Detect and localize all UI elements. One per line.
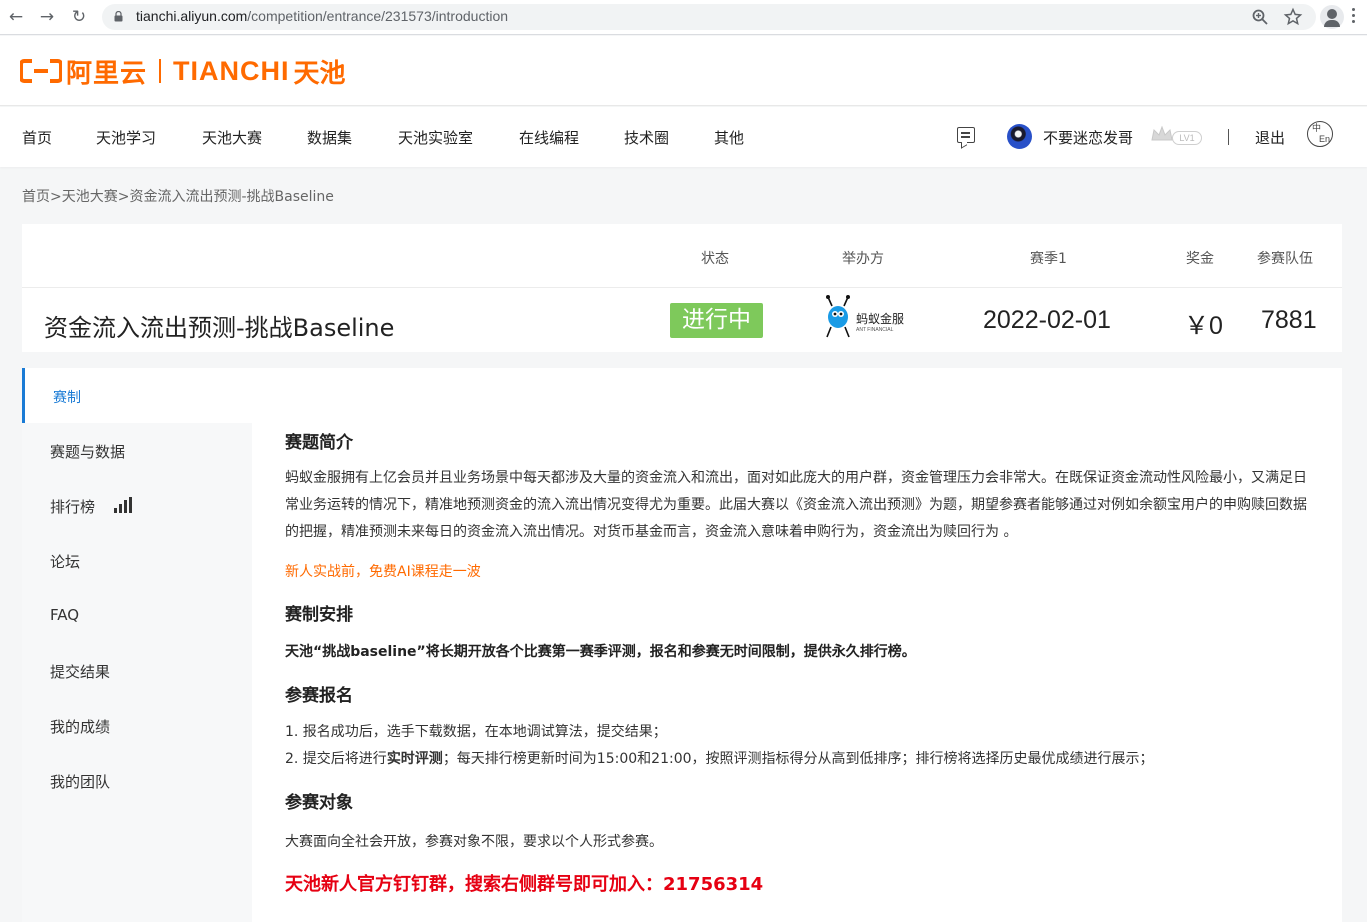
season-date: 2022-02-01 xyxy=(983,306,1111,334)
level-badge: LV1 xyxy=(1172,131,1202,145)
brand-cn2: 天池 xyxy=(293,58,346,89)
zoom-icon[interactable] xyxy=(1250,7,1270,27)
star-icon[interactable] xyxy=(1283,7,1303,27)
dingtalk-text: 天池新人官方钉钉群，搜索右侧群号即可加入：21756314 xyxy=(285,874,764,895)
prize-value: ￥0 xyxy=(1184,312,1223,340)
sidebar-item-data[interactable]: 赛题与数据 xyxy=(50,441,125,462)
url-path: /competition/entrance/231573/introductio… xyxy=(247,8,509,24)
signup-step-1: 1. 报名成功后，选手下载数据，在本地调试算法，提交结果； xyxy=(285,724,667,740)
breadcrumb[interactable]: 首页>天池大赛>资金流入流出预测-挑战Baseline xyxy=(22,186,334,206)
address-bar[interactable]: tianchi.aliyun.com/competition/entrance/… xyxy=(102,4,1316,30)
competition-title: 资金流入流出预测-挑战Baseline xyxy=(44,314,395,342)
sidebar-item-leaderboard[interactable]: 排行榜 xyxy=(50,496,95,517)
label-status: 状态 xyxy=(701,251,729,267)
teams-count: 7881 xyxy=(1261,306,1317,334)
nav-item-datasets[interactable]: 数据集 xyxy=(307,127,352,148)
nav-item-lab[interactable]: 天池实验室 xyxy=(398,127,473,148)
language-switch-icon[interactable]: 中 En xyxy=(1307,121,1333,147)
url-text: tianchi.aliyun.com/competition/entrance/… xyxy=(136,8,508,24)
organizer-name-en: ANT FINANCIAL xyxy=(856,327,894,333)
brand-cn: 阿里云 xyxy=(66,58,148,89)
sidebar-item-scores[interactable]: 我的成绩 xyxy=(50,716,110,737)
profile-icon[interactable] xyxy=(1320,5,1344,29)
user-name[interactable]: 不要迷恋发哥 xyxy=(1043,127,1133,148)
logout-link[interactable]: 退出 xyxy=(1255,127,1285,148)
signup-step-2-post: ；每天排行榜更新时间为15:00和21:00，按照评测指标得分从高到低排序；排行… xyxy=(442,751,1154,767)
sidebar-item-submit[interactable]: 提交结果 xyxy=(50,661,110,682)
nav-item-other[interactable]: 其他 xyxy=(714,127,744,148)
competition-info-card: 状态 举办方 赛季1 奖金 参赛队伍 资金流入流出预测-挑战Baseline 进… xyxy=(22,224,1342,352)
nav-item-tech[interactable]: 技术圈 xyxy=(624,127,669,148)
signup-step-2-pre: 2. 提交后将进行 xyxy=(285,751,387,767)
signup-step-2-bold: 实时评测 xyxy=(386,751,443,767)
avatar[interactable] xyxy=(1007,124,1032,149)
label-prize: 奖金 xyxy=(1186,251,1214,267)
label-teams: 参赛队伍 xyxy=(1257,251,1313,267)
nav-divider xyxy=(1228,129,1229,145)
schedule-text: 天池“挑战baseline”将长期开放各个比赛第一赛季评测，报名和参赛无时间限制… xyxy=(285,644,916,660)
nav-item-coding[interactable]: 在线编程 xyxy=(519,127,579,148)
logo-separator xyxy=(159,59,162,83)
message-icon[interactable] xyxy=(957,127,975,143)
site-header: 阿里云 TIANCHI 天池 xyxy=(0,36,1367,106)
url-host: tianchi.aliyun.com xyxy=(136,8,248,24)
nav-item-learn[interactable]: 天池学习 xyxy=(96,127,156,148)
organizer-name: 蚂蚁金服 xyxy=(856,311,904,326)
lang-en: En xyxy=(1319,134,1331,144)
sidebar-item-rules[interactable]: 赛制 xyxy=(22,368,252,423)
back-arrow-icon[interactable]: ← xyxy=(5,6,27,28)
main-nav: 首页 天池学习 天池大赛 数据集 天池实验室 在线编程 技术圈 其他 不要迷恋发… xyxy=(0,107,1367,167)
schedule-title: 赛制安排 xyxy=(285,605,353,625)
lang-zh: 中 xyxy=(1312,124,1322,134)
intro-text: 蚂蚁金服拥有上亿会员并且业务场景中每天都涉及大量的资金流入和流出，面对如此庞大的… xyxy=(285,470,1307,540)
target-text: 大赛面向全社会开放，参赛对象不限，要求以个人形式参赛。 xyxy=(285,834,663,850)
info-header-row: 状态 举办方 赛季1 奖金 参赛队伍 xyxy=(22,224,1342,288)
browser-toolbar: ← → ↻ tianchi.aliyun.com/competition/ent… xyxy=(0,0,1367,35)
ai-course-link[interactable]: 新人实战前，免费AI课程走一波 xyxy=(285,561,481,581)
target-title: 参赛对象 xyxy=(285,793,353,813)
intro-title: 赛题简介 xyxy=(285,433,353,453)
sidebar-item-faq[interactable]: FAQ xyxy=(50,606,79,624)
label-organizer: 举办方 xyxy=(842,251,884,267)
sidebar-item-forum[interactable]: 论坛 xyxy=(50,551,80,572)
signup-step-2: 2. 提交后将进行实时评测；每天排行榜更新时间为15:00和21:00，按照评测… xyxy=(285,748,1154,768)
lock-icon xyxy=(114,11,123,22)
reload-icon[interactable]: ↻ xyxy=(68,6,90,28)
brand-en: TIANCHI xyxy=(173,55,290,86)
crown-icon xyxy=(1151,125,1173,141)
forward-arrow-icon[interactable]: → xyxy=(36,6,58,28)
site-logo[interactable]: 阿里云 TIANCHI 天池 xyxy=(20,55,346,89)
label-season: 赛季1 xyxy=(1030,251,1067,267)
bar-chart-icon xyxy=(114,497,132,513)
ant-financial-logo: 蚂蚁金服 ANT FINANCIAL xyxy=(826,295,904,338)
sidebar-item-label: 赛制 xyxy=(53,390,81,406)
aliyun-logo-icon xyxy=(20,59,62,83)
menu-dots-icon[interactable] xyxy=(1352,8,1356,26)
status-badge: 进行中 xyxy=(670,303,763,338)
sidebar-item-team[interactable]: 我的团队 xyxy=(50,771,110,792)
content-area: 赛制 赛题与数据 排行榜 论坛 FAQ 提交结果 我的成绩 我的团队 赛题简介 … xyxy=(22,368,1342,922)
nav-item-home[interactable]: 首页 xyxy=(22,127,52,148)
nav-item-competitions[interactable]: 天池大赛 xyxy=(202,127,262,148)
sidebar: 赛制 赛题与数据 排行榜 论坛 FAQ 提交结果 我的成绩 我的团队 xyxy=(22,368,252,922)
signup-title: 参赛报名 xyxy=(285,686,353,706)
